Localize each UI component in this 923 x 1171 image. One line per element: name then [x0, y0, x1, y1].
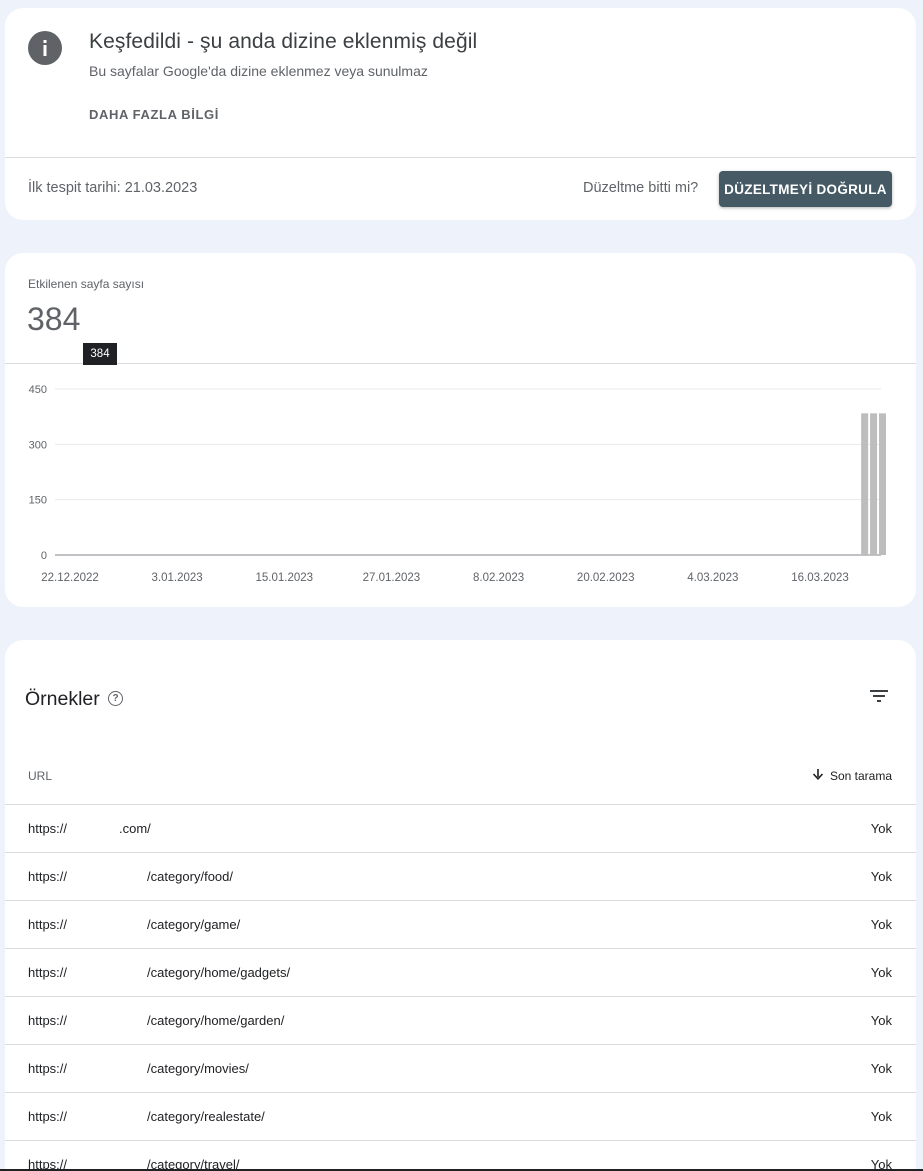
- info-icon: [28, 31, 62, 65]
- chart-card: Etkilenen sayfa sayısı 384 384 450 300 150…: [5, 253, 916, 607]
- fix-question-label: Düzeltme bitti mi?: [583, 180, 699, 196]
- column-header-url: URL: [28, 769, 53, 783]
- learn-more-link[interactable]: DAHA FAZLA BİLGİ: [89, 107, 219, 122]
- x-tick-label: 3.01.2023: [152, 572, 203, 584]
- url-prefix: https://: [28, 821, 68, 836]
- chart-bar: [879, 413, 886, 555]
- url-path: /category/movies/: [147, 1061, 249, 1076]
- url-prefix: https://: [28, 965, 68, 980]
- table-row[interactable]: https:// /category/home/garden/ Yok: [5, 996, 916, 1044]
- url-prefix: https://: [28, 1109, 68, 1124]
- last-crawl-value: Yok: [870, 917, 892, 932]
- issue-subtitle: Bu sayfalar Google'da dizine eklenmez ve…: [89, 63, 428, 79]
- table-row[interactable]: https:// /category/movies/ Yok: [5, 1044, 916, 1092]
- y-tick-label: 300: [29, 439, 47, 451]
- last-crawl-value: Yok: [870, 821, 892, 836]
- table-row[interactable]: https:// /category/game/ Yok: [5, 900, 916, 948]
- url-path: /category/realestate/: [147, 1109, 265, 1124]
- x-tick-label: 8.02.2023: [473, 572, 524, 584]
- filter-icon[interactable]: [867, 684, 891, 708]
- url-path: /category/home/garden/: [147, 1013, 285, 1028]
- url-prefix: https://: [28, 1061, 68, 1076]
- x-tick-label: 27.01.2023: [363, 572, 421, 584]
- examples-table: https:// .com/ Yok https:// /category/fo…: [5, 804, 916, 1171]
- examples-card: Örnekler ? URL Son tarama https:// .com/…: [5, 640, 916, 1171]
- table-row[interactable]: https:// /category/home/gadgets/ Yok: [5, 948, 916, 996]
- chart-tooltip: 384: [83, 343, 117, 365]
- y-tick-label: 150: [29, 495, 47, 507]
- url-path: .com/: [119, 821, 151, 836]
- first-detected-date: İlk tespit tarihi: 21.03.2023: [28, 180, 198, 196]
- y-tick-label: 0: [41, 550, 47, 562]
- last-crawl-value: Yok: [870, 1109, 892, 1124]
- last-crawl-value: Yok: [870, 1061, 892, 1076]
- x-tick-label: 4.03.2023: [687, 572, 738, 584]
- url-prefix: https://: [28, 1013, 68, 1028]
- last-crawl-value: Yok: [870, 1013, 892, 1028]
- table-row[interactable]: https:// /category/travel/ Yok: [5, 1140, 916, 1171]
- issue-card: Keşfedildi - şu anda dizine eklenmiş değ…: [5, 8, 916, 220]
- last-crawl-label: Son tarama: [829, 768, 892, 783]
- last-crawl-value: Yok: [870, 869, 892, 884]
- issue-title: Keşfedildi - şu anda dizine eklenmiş değ…: [89, 30, 478, 53]
- x-tick-label: 16.03.2023: [791, 572, 849, 584]
- table-row[interactable]: https:// /category/food/ Yok: [5, 852, 916, 900]
- chart-bar: [861, 413, 869, 555]
- affected-pages-label: Etkilenen sayfa sayısı: [28, 277, 145, 291]
- help-icon[interactable]: ?: [108, 691, 123, 706]
- y-tick-label: 450: [29, 384, 47, 396]
- url-path: /category/game/: [147, 917, 241, 932]
- divider: [5, 157, 916, 158]
- validate-fix-button[interactable]: DÜZELTMEYİ DOĞRULA: [719, 171, 892, 207]
- x-tick-label: 22.12.2022: [41, 572, 99, 584]
- x-tick-label: 20.02.2023: [577, 572, 635, 584]
- x-tick-label: 15.01.2023: [256, 572, 314, 584]
- affected-pages-chart[interactable]: 450 300 150 0 22.12.2022 3.01.2023 15.01.2023 2…: [5, 363, 916, 607]
- examples-title: Örnekler: [25, 688, 100, 710]
- table-row[interactable]: https:// .com/ Yok: [5, 804, 916, 852]
- affected-pages-value: 384: [27, 301, 81, 337]
- chart-bar: [870, 413, 878, 555]
- last-crawl-value: Yok: [870, 965, 892, 980]
- url-path: /category/food/: [147, 869, 233, 884]
- url-prefix: https://: [28, 869, 68, 884]
- url-path: /category/home/gadgets/: [147, 965, 291, 980]
- table-row[interactable]: https:// /category/realestate/ Yok: [5, 1092, 916, 1140]
- url-prefix: https://: [28, 917, 68, 932]
- arrow-down-icon: [812, 768, 824, 783]
- column-header-last-crawl[interactable]: Son tarama: [812, 768, 892, 783]
